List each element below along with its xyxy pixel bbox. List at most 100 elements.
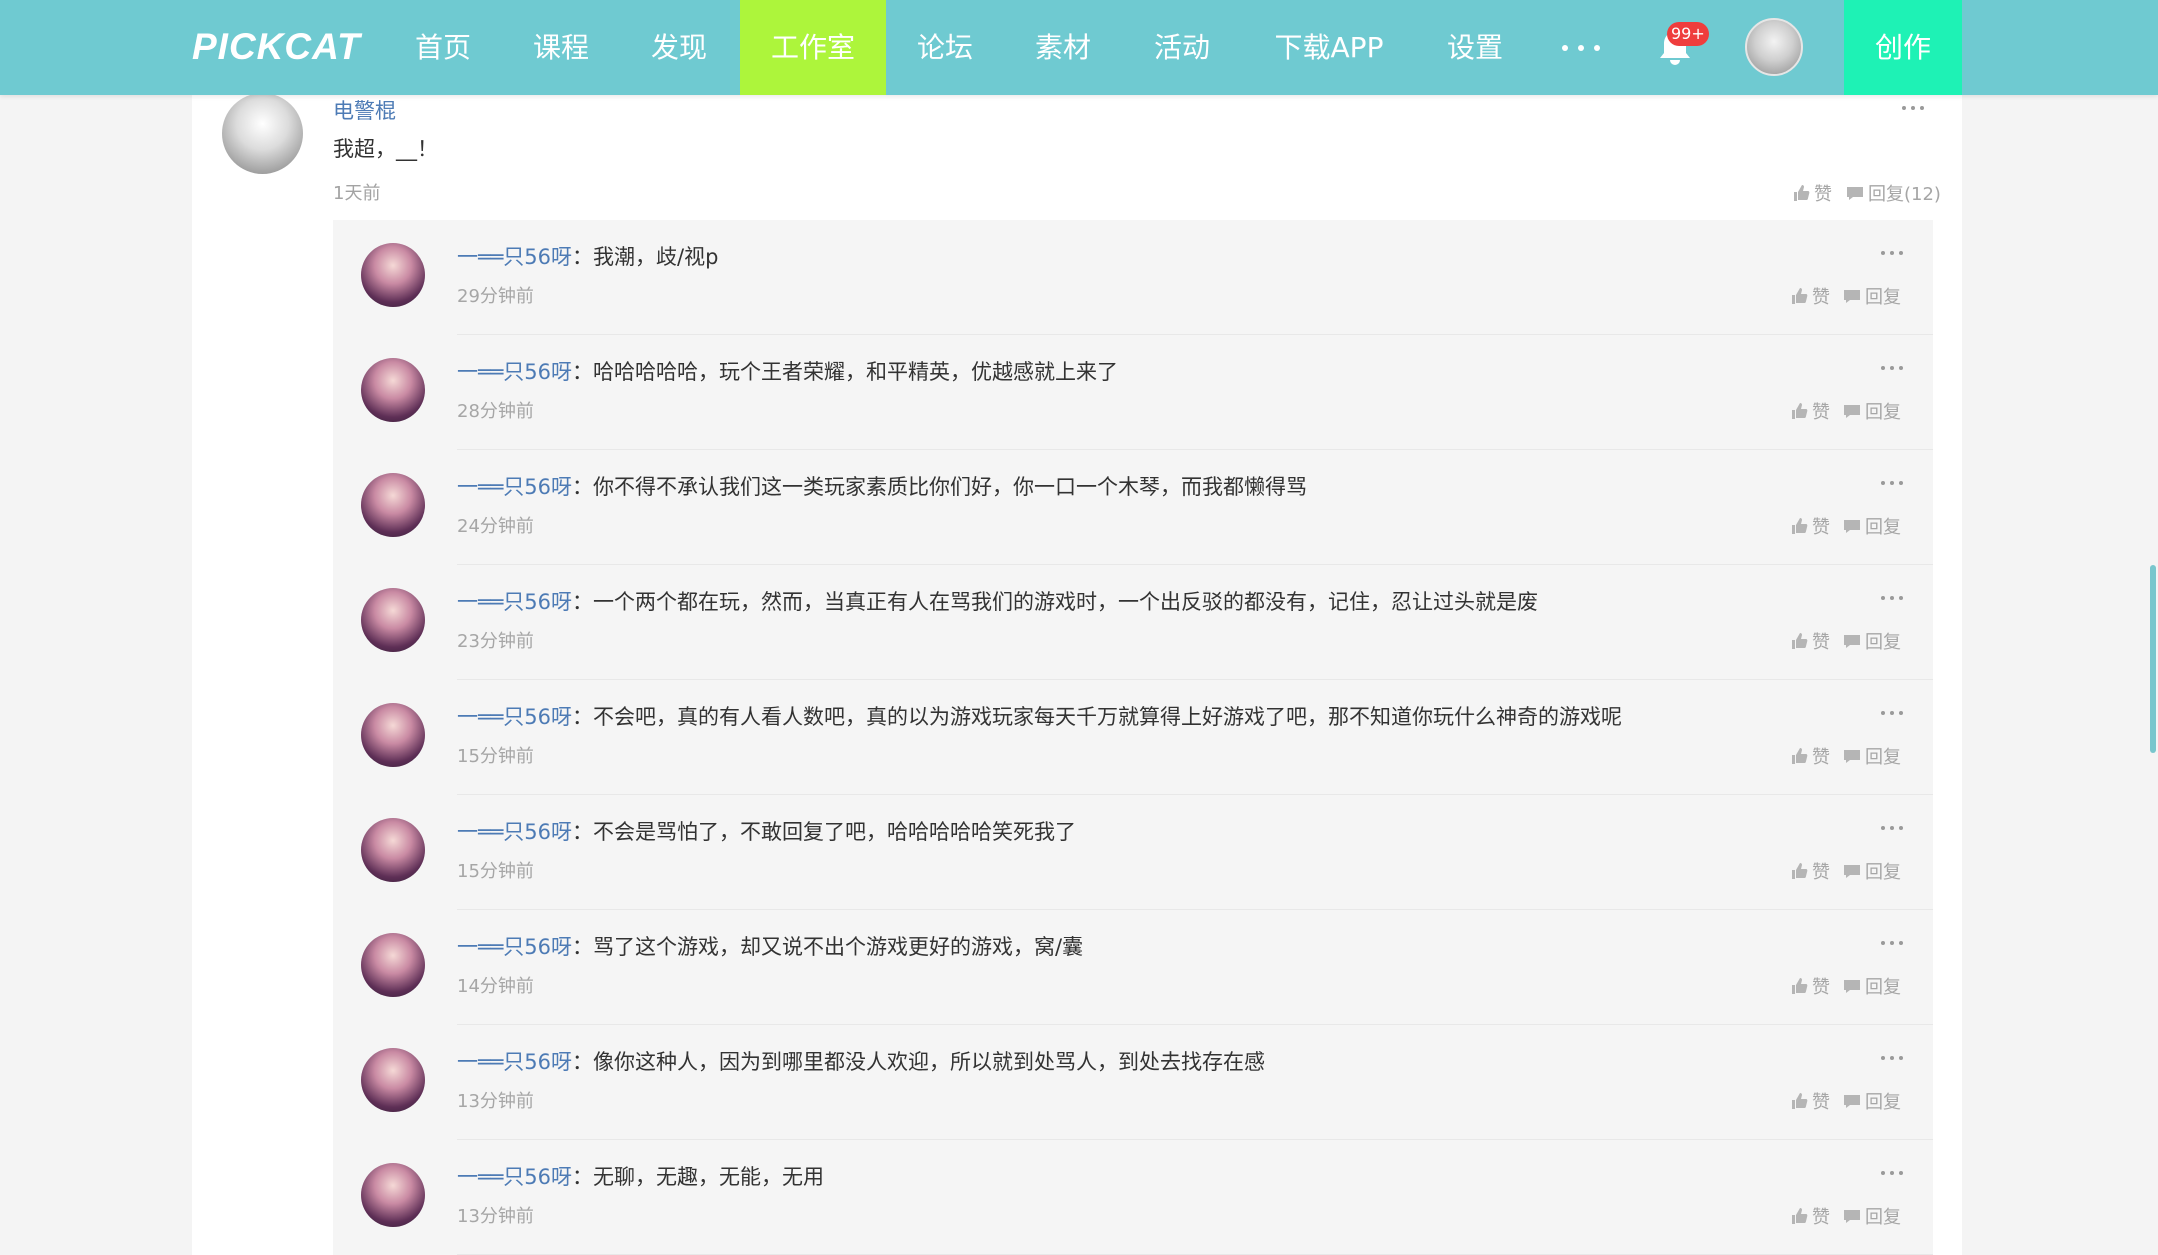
reply-colon: ： [572,705,594,729]
reply-reply-button[interactable]: 回复 [1843,858,1901,884]
reply-avatar[interactable] [361,703,425,767]
reply-like-button[interactable]: 赞 [1790,283,1830,309]
nav-studio[interactable]: 工作室 [740,0,886,95]
reply-like-button[interactable]: 赞 [1790,1203,1830,1229]
thumbs-up-icon [1792,978,1808,994]
reply-line: 一══只56呀：不会吧，真的有人看人数吧，真的以为游戏玩家每天千万就算得上好游戏… [457,701,1622,731]
nav-materials[interactable]: 素材 [1020,0,1106,95]
reply-avatar[interactable] [361,358,425,422]
reply-more-icon[interactable] [1881,1055,1903,1060]
reply-author[interactable]: 一══只56呀 [457,935,572,959]
reply-avatar[interactable] [361,588,425,652]
parent-reply-button[interactable]: 回复(12) [1846,180,1941,206]
thumbs-up-icon [1792,863,1808,879]
reply-text: 你不得不承认我们这一类玩家素质比你们好，你一口一个木琴，而我都懒得骂 [593,475,1308,499]
reply-reply-button[interactable]: 回复 [1843,283,1901,309]
reply-like-button[interactable]: 赞 [1790,513,1830,539]
parent-like-button[interactable]: 赞 [1792,180,1832,206]
reply-reply-button[interactable]: 回复 [1843,398,1901,424]
more-menu-icon[interactable] [1562,0,1600,95]
reply-more-icon[interactable] [1881,480,1903,485]
reply-colon: ： [572,820,594,844]
site-logo[interactable]: PICKCAT [192,26,361,68]
reply-item: 一══只56呀：不会是骂怕了，不敢回复了吧，哈哈哈哈哈笑死我了 15分钟前 赞 回复 [333,795,1933,910]
reply-more-icon[interactable] [1881,1170,1903,1175]
reply-text: 骂了这个游戏，却又说不出个游戏更好的游戏，窝/囊 [593,935,1084,959]
page-scrollbar[interactable] [2150,565,2156,753]
reply-more-icon[interactable] [1881,250,1903,255]
reply-avatar[interactable] [361,1163,425,1227]
reply-avatar[interactable] [361,1048,425,1112]
reply-like-button[interactable]: 赞 [1790,398,1830,424]
nav-courses[interactable]: 课程 [518,0,604,95]
reply-author[interactable]: 一══只56呀 [457,1050,572,1074]
parent-more-icon[interactable] [1902,105,1924,110]
reply-author[interactable]: 一══只56呀 [457,1165,572,1189]
reply-more-icon[interactable] [1881,940,1903,945]
reply-reply-button[interactable]: 回复 [1843,1203,1901,1229]
reply-item: 一══只56呀：不会吧，真的有人看人数吧，真的以为游戏玩家每天千万就算得上好游戏… [333,680,1933,795]
reply-like-button[interactable]: 赞 [1790,973,1830,999]
comment-icon [1844,980,1860,993]
reply-line: 一══只56呀：你不得不承认我们这一类玩家素质比你们好，你一口一个木琴，而我都懒… [457,471,1307,501]
thumbs-up-icon [1792,518,1808,534]
parent-like-label: 赞 [1814,184,1832,205]
reply-author[interactable]: 一══只56呀 [457,360,572,384]
nav-settings[interactable]: 设置 [1432,0,1518,95]
nav-forum[interactable]: 论坛 [902,0,988,95]
reply-like-button[interactable]: 赞 [1790,858,1830,884]
reply-reply-button[interactable]: 回复 [1843,973,1901,999]
reply-line: 一══只56呀：不会是骂怕了，不敢回复了吧，哈哈哈哈哈笑死我了 [457,816,1076,846]
reply-time: 14分钟前 [457,976,534,997]
reply-like-button[interactable]: 赞 [1790,743,1830,769]
reply-avatar[interactable] [361,933,425,997]
notification-badge: 99+ [1667,22,1709,46]
reply-text: 不会吧，真的有人看人数吧，真的以为游戏玩家每天千万就算得上好游戏了吧，那不知道你… [593,705,1623,729]
reply-avatar[interactable] [361,473,425,537]
reply-like-button[interactable]: 赞 [1790,1088,1830,1114]
reply-reply-button[interactable]: 回复 [1843,1088,1901,1114]
reply-time: 23分钟前 [457,631,534,652]
reply-item: 一══只56呀：哈哈哈哈哈，玩个王者荣耀，和平精英，优越感就上来了 28分钟前 赞 回… [333,335,1933,450]
reply-reply-label: 回复 [1865,632,1901,653]
reply-like-label: 赞 [1812,1092,1830,1113]
reply-author[interactable]: 一══只56呀 [457,705,572,729]
reply-reply-label: 回复 [1865,1207,1901,1228]
reply-author[interactable]: 一══只56呀 [457,590,572,614]
create-button[interactable]: 创作 [1844,0,1962,95]
reply-author[interactable]: 一══只56呀 [457,820,572,844]
user-avatar[interactable] [1745,18,1803,76]
reply-item: 一══只56呀：骂了这个游戏，却又说不出个游戏更好的游戏，窝/囊 14分钟前 赞 回复 [333,910,1933,1025]
reply-like-button[interactable]: 赞 [1790,628,1830,654]
reply-more-icon[interactable] [1881,825,1903,830]
reply-colon: ： [572,590,594,614]
reply-time: 24分钟前 [457,516,534,537]
reply-more-icon[interactable] [1881,595,1903,600]
reply-reply-label: 回复 [1865,402,1901,423]
reply-time: 13分钟前 [457,1206,534,1227]
nav-download-app[interactable]: 下载APP [1260,0,1398,95]
reply-text: 一个两个都在玩，然而，当真正有人在骂我们的游戏时，一个出反驳的都没有，记住，忍让… [593,590,1539,614]
reply-time: 15分钟前 [457,746,534,767]
reply-like-label: 赞 [1812,862,1830,883]
reply-time: 13分钟前 [457,1091,534,1112]
reply-reply-button[interactable]: 回复 [1843,513,1901,539]
reply-reply-button[interactable]: 回复 [1843,628,1901,654]
parent-comment-author[interactable]: 电警棍 [333,95,396,125]
reply-reply-label: 回复 [1865,1092,1901,1113]
reply-line: 一══只56呀：骂了这个游戏，却又说不出个游戏更好的游戏，窝/囊 [457,931,1083,961]
reply-avatar[interactable] [361,818,425,882]
reply-like-label: 赞 [1812,977,1830,998]
reply-more-icon[interactable] [1881,710,1903,715]
nav-discover[interactable]: 发现 [636,0,722,95]
reply-more-icon[interactable] [1881,365,1903,370]
reply-author[interactable]: 一══只56呀 [457,245,572,269]
parent-comment-avatar[interactable] [222,93,303,174]
reply-reply-button[interactable]: 回复 [1843,743,1901,769]
reply-author[interactable]: 一══只56呀 [457,475,572,499]
nav-home[interactable]: 首页 [400,0,486,95]
comment-icon [1844,635,1860,648]
reply-like-label: 赞 [1812,747,1830,768]
reply-avatar[interactable] [361,243,425,307]
nav-activities[interactable]: 活动 [1139,0,1225,95]
